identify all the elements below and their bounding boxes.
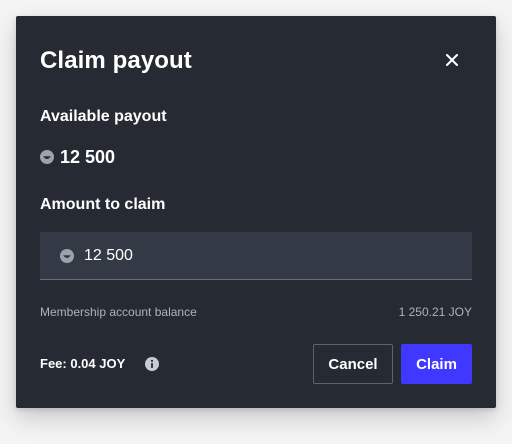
claim-payout-modal: Claim payout Available payout 12 500 Amo…	[16, 16, 496, 408]
close-button[interactable]	[440, 48, 464, 72]
info-icon	[145, 357, 159, 371]
available-payout-amount: 12 500	[60, 147, 116, 167]
claim-button[interactable]: Claim	[401, 344, 472, 384]
membership-balance-label: Membership account balance	[40, 305, 197, 319]
amount-input-value: 12 500	[84, 246, 133, 264]
fee-info-button[interactable]	[144, 356, 160, 372]
available-payout-value: 12 500	[40, 146, 115, 168]
joy-token-icon	[60, 248, 74, 263]
close-icon	[446, 54, 458, 66]
amount-to-claim-label: Amount to claim	[40, 196, 166, 213]
fee-text: Fee: 0.04 JOY	[40, 356, 126, 371]
amount-input[interactable]: 12 500	[40, 232, 472, 280]
cancel-button[interactable]: Cancel	[313, 344, 393, 384]
joy-token-icon	[40, 150, 54, 164]
modal-title: Claim payout	[40, 47, 192, 74]
membership-balance-value: 1 250.21 JOY	[398, 305, 472, 319]
available-payout-label: Available payout	[40, 108, 167, 125]
